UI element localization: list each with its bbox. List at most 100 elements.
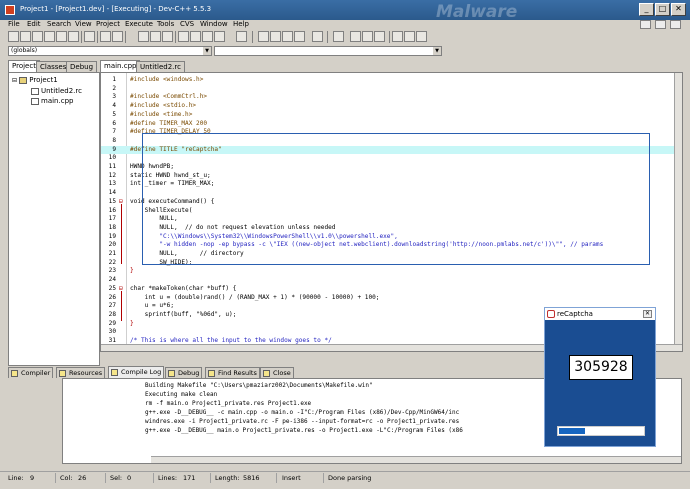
check-syntax-icon[interactable] [312,31,323,42]
forward-icon[interactable] [404,31,415,42]
close-button[interactable]: ✕ [671,3,686,16]
recaptcha-close-button[interactable]: ✕ [643,310,652,318]
tab-label: Debug [178,369,200,377]
mdi-minimize-icon[interactable] [640,20,651,29]
resources-icon [59,370,66,377]
code-line[interactable]: 1 #include <windows.h> [101,76,681,85]
tree-item-project1[interactable]: ⊟ Project1 [12,76,58,84]
toolbar-separator [252,31,253,43]
code-text: #include <CommCtrl.h> [130,93,208,101]
save-all-icon[interactable] [44,31,55,42]
code-line[interactable]: 23} [101,267,681,276]
menu-project[interactable]: Project [96,20,120,28]
tree-item-main[interactable]: main.cpp [31,97,73,105]
mdi-restore-icon[interactable] [655,20,666,29]
new-project-icon[interactable] [258,31,269,42]
tab-untitled2-rc[interactable]: Untitled2.rc [136,61,185,72]
line-number: 4 [112,102,116,110]
close-file-icon[interactable] [56,31,67,42]
mdi-close-icon[interactable] [670,20,681,29]
redo-icon[interactable] [112,31,123,42]
code-line[interactable]: 25 char *makeToken(char *buff) {⊟ [101,285,681,294]
menu-edit[interactable]: Edit [27,20,41,28]
member-combo[interactable]: ▼ [214,46,442,56]
line-number: 9 [112,145,116,153]
line-number: 10 [108,154,116,162]
new-file-icon[interactable] [8,31,19,42]
menu-cvs[interactable]: CVS [180,20,194,28]
tab-resources[interactable]: Resources [56,367,106,378]
line-number: 1 [112,76,116,83]
log-horizontal-scrollbar[interactable] [151,456,681,463]
menu-view[interactable]: View [75,20,92,28]
folder-icon [19,76,28,84]
tab-main-cpp[interactable]: main.cpp [100,60,141,72]
status-col-label: Col: [60,474,73,482]
tab-debug[interactable]: Debug [66,61,98,72]
collapse-icon[interactable]: ⊟ [12,77,17,84]
code-line[interactable]: 2 [101,85,681,94]
find-next-icon[interactable] [162,31,173,42]
run-icon[interactable] [362,31,373,42]
chevron-down-icon[interactable]: ▼ [203,47,211,55]
stop-execution-icon[interactable] [333,31,344,42]
status-length-value: 5816 [243,474,260,482]
compile-icon[interactable] [350,31,361,42]
history-icon[interactable] [416,31,427,42]
scope-combo[interactable]: (globals) ▼ [8,46,212,56]
menu-help[interactable]: Help [233,20,249,28]
tab-debug-output[interactable]: Debug [165,367,203,378]
remove-from-project-icon[interactable] [282,31,293,42]
replace-icon[interactable] [150,31,161,42]
code-line[interactable]: 3 #include <CommCtrl.h> [101,93,681,102]
save-icon[interactable] [32,31,43,42]
code-line[interactable]: 26 int u = (double)rand() / (RAND_MAX + … [101,294,681,303]
find-icon[interactable] [138,31,149,42]
menu-tools[interactable]: Tools [157,20,174,28]
recaptcha-title-bar: reCaptcha ✕ [545,308,655,320]
open-icon[interactable] [20,31,31,42]
compile-run-icon[interactable] [374,31,385,42]
line-number: 21 [108,250,116,257]
status-separator [55,473,56,483]
toolbar-separator [97,31,98,43]
tab-find-results[interactable]: Find Results [205,367,260,378]
line-number: 26 [108,293,116,301]
code-line[interactable]: 24 [101,276,681,285]
add-to-project-icon[interactable] [270,31,281,42]
line-number: 23 [108,267,116,275]
undo-icon[interactable] [100,31,111,42]
status-col-value: 26 [78,474,87,482]
maximize-button[interactable]: □ [655,3,670,16]
line-number: 16 [108,206,116,214]
recaptcha-window[interactable]: reCaptcha ✕ 305928 [544,307,656,447]
back-icon[interactable] [392,31,403,42]
bookmark-icon[interactable] [214,31,225,42]
tab-label: Compile Log [121,368,162,376]
project-options-icon[interactable] [294,31,305,42]
minimize-button[interactable]: _ [639,3,654,16]
shield-icon[interactable] [236,31,247,42]
tree-item-untitled2[interactable]: Untitled2.rc [31,87,82,95]
unindent-icon[interactable] [190,31,201,42]
print-icon[interactable] [84,31,95,42]
chevron-down-icon[interactable]: ▼ [433,47,441,55]
goto-line-icon[interactable] [202,31,213,42]
code-line[interactable]: 4 #include <stdio.h> [101,102,681,111]
tab-compile-log[interactable]: Compile Log [108,366,165,378]
tab-close[interactable]: Close [260,367,294,378]
tab-compiler[interactable]: Compiler [8,367,54,378]
captcha-code: 305928 [569,355,633,380]
menu-search[interactable]: Search [47,20,71,28]
menu-window[interactable]: Window [200,20,228,28]
code-line[interactable]: 5 #include <time.h> [101,111,681,120]
menu-file[interactable]: File [8,20,20,28]
code-line[interactable]: 6 #define TIMER_MAX 200 [101,120,681,129]
log-line: Building Makefile "C:\Users\pmaziarz002\… [145,382,373,389]
editor-vertical-scrollbar[interactable] [674,73,682,344]
close-all-icon[interactable] [68,31,79,42]
indent-icon[interactable] [178,31,189,42]
line-number: 20 [108,241,116,249]
menu-execute[interactable]: Execute [125,20,153,28]
fold-line [121,204,122,264]
